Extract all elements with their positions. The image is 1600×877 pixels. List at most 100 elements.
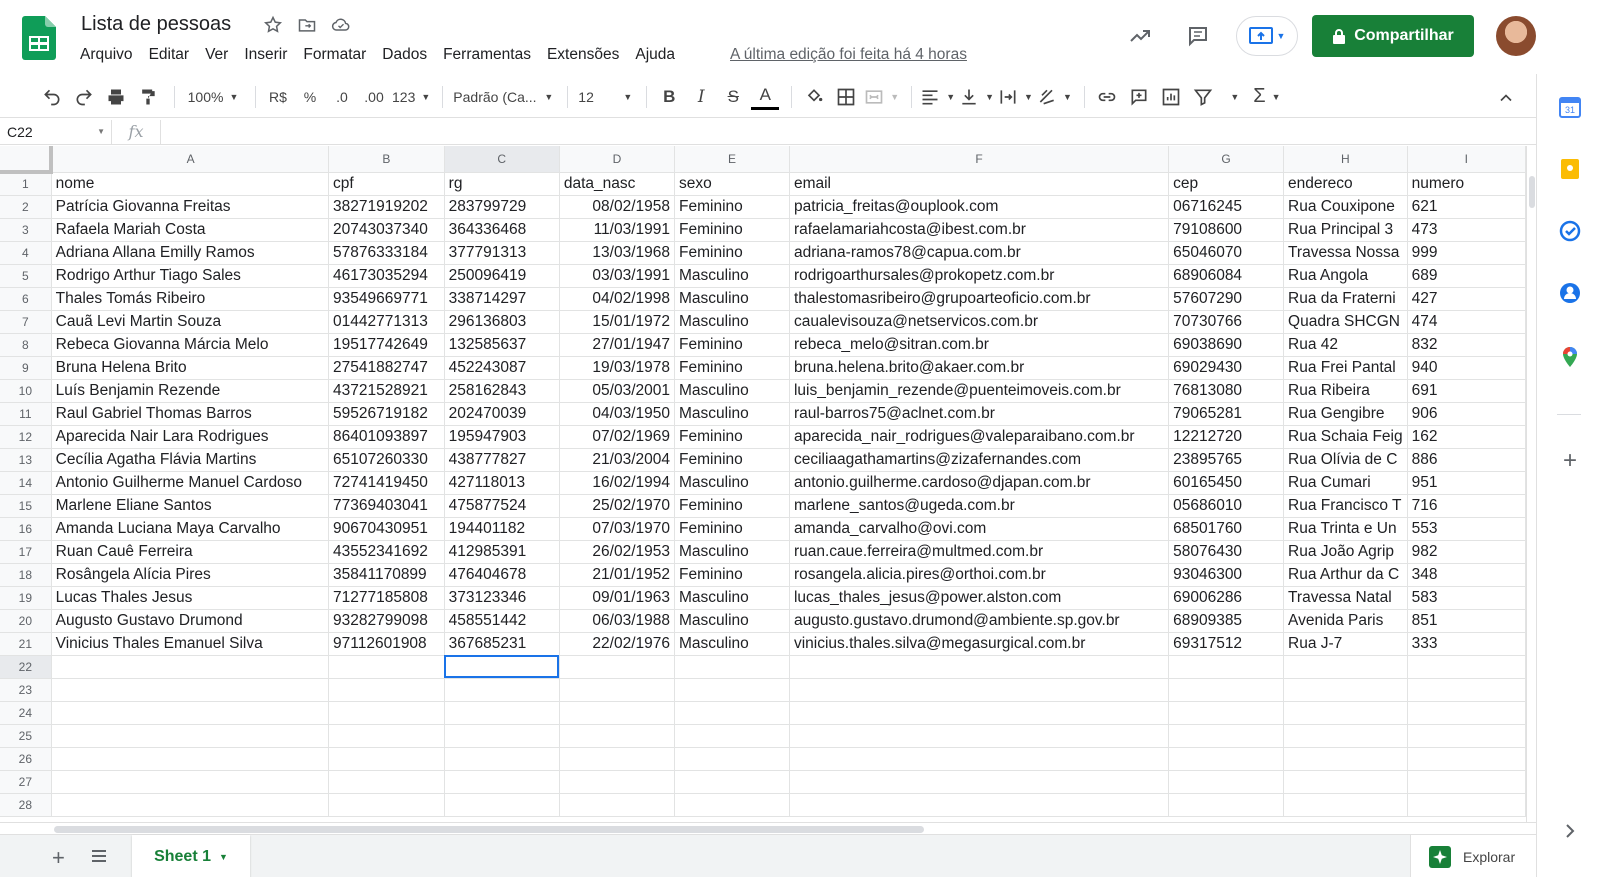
cell[interactable] bbox=[1168, 793, 1285, 817]
cell[interactable]: Rua Couxipone bbox=[1283, 195, 1408, 219]
horizontal-scroll-thumb[interactable] bbox=[54, 826, 924, 833]
cell[interactable]: 07/02/1969 bbox=[559, 425, 676, 449]
cell[interactable] bbox=[328, 770, 445, 794]
cell[interactable]: 689 bbox=[1407, 264, 1526, 288]
cell[interactable]: Rua Trinta e Un bbox=[1283, 517, 1408, 541]
cell[interactable]: 716 bbox=[1407, 494, 1526, 518]
row-header[interactable]: 1 bbox=[0, 172, 52, 196]
cell[interactable]: Quadra SHCGN bbox=[1283, 310, 1408, 334]
cell[interactable]: 27541882747 bbox=[328, 356, 445, 380]
cell[interactable]: 93282799098 bbox=[328, 609, 445, 633]
cell[interactable]: 333 bbox=[1407, 632, 1526, 656]
sheets-logo-icon[interactable] bbox=[22, 16, 56, 60]
comments-icon[interactable] bbox=[1182, 20, 1214, 52]
cell[interactable]: Amanda Luciana Maya Carvalho bbox=[51, 517, 330, 541]
menu-editar[interactable]: Editar bbox=[149, 46, 190, 64]
cell[interactable] bbox=[559, 770, 676, 794]
cell[interactable]: 77369403041 bbox=[328, 494, 445, 518]
cell[interactable] bbox=[559, 678, 676, 702]
cell[interactable]: 05686010 bbox=[1168, 494, 1285, 518]
menu-ferramentas[interactable]: Ferramentas bbox=[443, 46, 531, 64]
cell[interactable] bbox=[559, 747, 676, 771]
chevron-right-icon[interactable] bbox=[1559, 820, 1581, 842]
cell[interactable]: 162 bbox=[1407, 425, 1526, 449]
filter-views-dropdown[interactable]: ▼ bbox=[1221, 83, 1249, 111]
cell[interactable]: 20743037340 bbox=[328, 218, 445, 242]
cell[interactable]: Marlene Eliane Santos bbox=[51, 494, 330, 518]
cell[interactable]: 06/03/1988 bbox=[559, 609, 676, 633]
cell[interactable]: Rua Ribeira bbox=[1283, 379, 1408, 403]
cell[interactable]: ruan.caue.ferreira@multmed.com.br bbox=[789, 540, 1170, 564]
cell[interactable]: 195947903 bbox=[444, 425, 560, 449]
cell[interactable]: 452243087 bbox=[444, 356, 560, 380]
cell[interactable]: 951 bbox=[1407, 471, 1526, 495]
cell[interactable]: ceciliaagathamartins@zizafernandes.com bbox=[789, 448, 1170, 472]
cell[interactable]: 68906084 bbox=[1168, 264, 1285, 288]
cell[interactable]: Masculino bbox=[674, 287, 790, 311]
cell[interactable]: 296136803 bbox=[444, 310, 560, 334]
cell[interactable]: bruna.helena.brito@akaer.com.br bbox=[789, 356, 1170, 380]
text-rotation-button[interactable]: ▼ bbox=[1037, 83, 1072, 111]
cell[interactable]: Masculino bbox=[674, 310, 790, 334]
cell[interactable]: Masculino bbox=[674, 632, 790, 656]
cell[interactable]: 93046300 bbox=[1168, 563, 1285, 587]
cell[interactable]: 22/02/1976 bbox=[559, 632, 676, 656]
column-header-a[interactable]: A bbox=[51, 146, 330, 173]
cell[interactable] bbox=[1168, 747, 1285, 771]
cell[interactable] bbox=[789, 793, 1170, 817]
move-folder-icon[interactable] bbox=[296, 14, 318, 36]
cell[interactable]: Feminino bbox=[674, 448, 790, 472]
cell[interactable]: Masculino bbox=[674, 609, 790, 633]
cell[interactable]: Adriana Allana Emilly Ramos bbox=[51, 241, 330, 265]
cell[interactable]: marlene_santos@ugeda.com.br bbox=[789, 494, 1170, 518]
cell[interactable]: Ruan Cauê Ferreira bbox=[51, 540, 330, 564]
cell[interactable] bbox=[1168, 678, 1285, 702]
cell[interactable]: Rua Frei Pantal bbox=[1283, 356, 1408, 380]
cell[interactable]: 26/02/1953 bbox=[559, 540, 676, 564]
cell[interactable] bbox=[51, 701, 330, 725]
cell[interactable]: 19517742649 bbox=[328, 333, 445, 357]
row-header[interactable]: 27 bbox=[0, 770, 52, 794]
cell[interactable]: 93549669771 bbox=[328, 287, 445, 311]
column-header-g[interactable]: G bbox=[1168, 146, 1285, 173]
cell[interactable] bbox=[674, 747, 790, 771]
sheet-tab-sheet1[interactable]: Sheet 1 ▼ bbox=[132, 835, 250, 877]
cell[interactable]: 57607290 bbox=[1168, 287, 1285, 311]
cell[interactable]: augusto.gustavo.drumond@ambiente.sp.gov.… bbox=[789, 609, 1170, 633]
cell[interactable]: 438777827 bbox=[444, 448, 560, 472]
cell[interactable]: 476404678 bbox=[444, 563, 560, 587]
cell[interactable]: 553 bbox=[1407, 517, 1526, 541]
cell[interactable]: Feminino bbox=[674, 241, 790, 265]
cell[interactable]: 194401182 bbox=[444, 517, 560, 541]
row-header[interactable]: 14 bbox=[0, 471, 52, 495]
last-edit-link[interactable]: A última edição foi feita há 4 horas bbox=[730, 46, 967, 64]
cell[interactable]: 583 bbox=[1407, 586, 1526, 610]
contacts-icon[interactable] bbox=[1559, 282, 1581, 304]
cell[interactable]: Rua Cumari bbox=[1283, 471, 1408, 495]
cell[interactable]: Rua Francisco T bbox=[1283, 494, 1408, 518]
cell[interactable] bbox=[789, 747, 1170, 771]
cell[interactable] bbox=[1283, 770, 1408, 794]
cell[interactable]: 06716245 bbox=[1168, 195, 1285, 219]
cell[interactable] bbox=[328, 678, 445, 702]
star-icon[interactable] bbox=[262, 14, 284, 36]
cell[interactable]: Masculino bbox=[674, 264, 790, 288]
cell[interactable]: cep bbox=[1168, 172, 1285, 196]
cell[interactable]: Rua Olívia de C bbox=[1283, 448, 1408, 472]
undo-button[interactable] bbox=[38, 83, 66, 111]
cell[interactable]: Bruna Helena Brito bbox=[51, 356, 330, 380]
cell[interactable]: Rua J-7 bbox=[1283, 632, 1408, 656]
cell[interactable]: rodrigoarthursales@prokopetz.com.br bbox=[789, 264, 1170, 288]
cell[interactable] bbox=[674, 678, 790, 702]
cell[interactable]: Feminino bbox=[674, 517, 790, 541]
row-header[interactable]: 20 bbox=[0, 609, 52, 633]
cell[interactable]: 11/03/1991 bbox=[559, 218, 676, 242]
row-header[interactable]: 19 bbox=[0, 586, 52, 610]
cell[interactable]: Rebeca Giovanna Márcia Melo bbox=[51, 333, 330, 357]
row-header[interactable]: 22 bbox=[0, 655, 52, 679]
cell[interactable]: raul-barros75@aclnet.com.br bbox=[789, 402, 1170, 426]
row-header[interactable]: 15 bbox=[0, 494, 52, 518]
menu-inserir[interactable]: Inserir bbox=[244, 46, 287, 64]
cell[interactable]: Thales Tomás Ribeiro bbox=[51, 287, 330, 311]
font-select[interactable]: Padrão (Ca... ▼ bbox=[451, 83, 555, 111]
